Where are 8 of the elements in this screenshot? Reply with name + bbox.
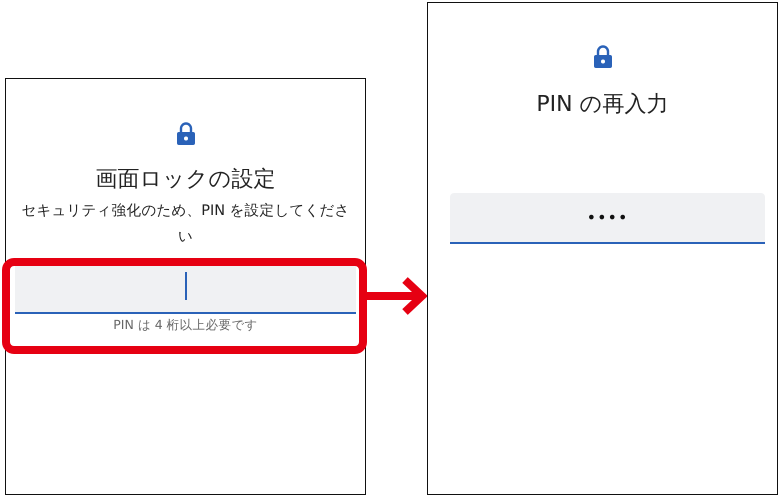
pin-field[interactable]: •••• — [450, 193, 765, 244]
text-cursor — [184, 272, 186, 300]
screen-title: 画面ロックの設定 — [96, 166, 276, 194]
lock-icon — [592, 45, 612, 69]
hint-text: PIN は 4 桁以上必要です — [113, 317, 258, 334]
instruction-text: セキュリティ強化のため、PIN を設定してください — [20, 202, 351, 247]
lock-icon — [176, 122, 196, 146]
screen-title: PIN の再入力 — [536, 91, 669, 119]
